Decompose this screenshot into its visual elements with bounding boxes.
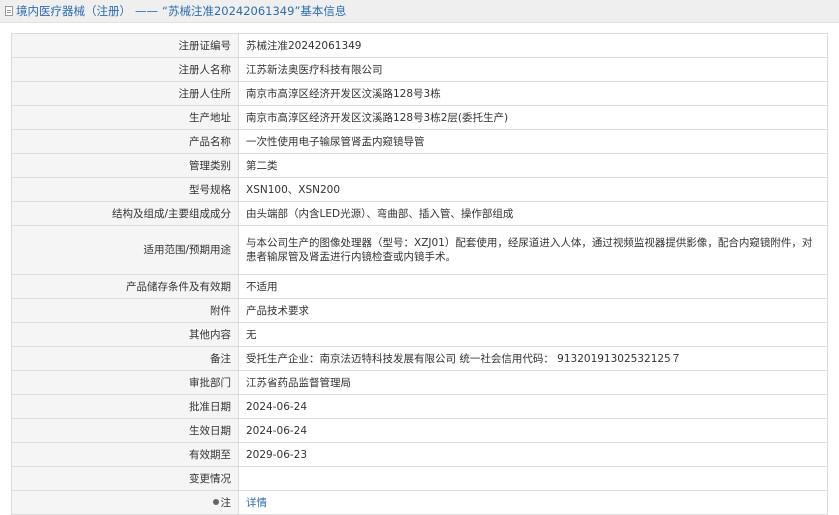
row-value: 2024-06-24 — [238, 418, 828, 443]
table-row: 注册人名称 江苏新法奥医疗科技有限公司 — [11, 57, 828, 82]
table-row: 注册证编号 苏械注准20242061349 — [11, 33, 828, 58]
header-category: 境内医疗器械（注册） — [16, 4, 131, 18]
table-row: 产品名称 一次性使用电子输尿管肾盂内窥镜导管 — [11, 129, 828, 154]
row-value: 第二类 — [238, 153, 828, 178]
table-row: 注 详情 — [11, 490, 828, 515]
row-value: 江苏新法奥医疗科技有限公司 — [238, 57, 828, 82]
row-value: 一次性使用电子输尿管肾盂内窥镜导管 — [238, 129, 828, 154]
row-label: 有效期至 — [11, 442, 239, 467]
table-row: 附件 产品技术要求 — [11, 298, 828, 323]
note-label-cell: 注 — [11, 490, 239, 515]
row-value: 无 — [238, 322, 828, 347]
table-row: 管理类别 第二类 — [11, 153, 828, 178]
row-value: 不适用 — [238, 274, 828, 299]
row-value: 2024-06-24 — [238, 394, 828, 419]
note-value-cell: 详情 — [238, 490, 828, 515]
row-label: 结构及组成/主要组成成分 — [11, 201, 239, 226]
row-label: 生效日期 — [11, 418, 239, 443]
row-label: 注册人名称 — [11, 57, 239, 82]
row-label: 备注 — [11, 346, 239, 371]
row-value: 与本公司生产的图像处理器（型号：XZJ01）配套使用，经尿道进入人体，通过视频监… — [238, 225, 828, 275]
table-row: 批准日期 2024-06-24 — [11, 394, 828, 419]
row-value: 受托生产企业：南京法迈特科技发展有限公司 统一社会信用代码： 913201913… — [238, 346, 828, 371]
header-title: “苏械注准20242061349”基本信息 — [162, 4, 347, 18]
info-bulb-icon — [212, 498, 219, 505]
table-row: 审批部门 江苏省药品监督管理局 — [11, 370, 828, 395]
row-value: 苏械注准20242061349 — [238, 33, 828, 58]
table-row: 结构及组成/主要组成成分 由头端部（内含LED光源）、弯曲部、插入管、操作部组成 — [11, 201, 828, 226]
info-table: 注册证编号 苏械注准20242061349 注册人名称 江苏新法奥医疗科技有限公司 … — [11, 33, 828, 515]
row-label: 型号规格 — [11, 177, 239, 202]
row-label: 适用范围/预期用途 — [11, 225, 239, 275]
row-value: 2029-06-23 — [238, 442, 828, 467]
row-label: 产品储存条件及有效期 — [11, 274, 239, 299]
row-label: 产品名称 — [11, 129, 239, 154]
row-label: 附件 — [11, 298, 239, 323]
row-label: 管理类别 — [11, 153, 239, 178]
row-label: 变更情况 — [11, 466, 239, 491]
row-value: 由头端部（内含LED光源）、弯曲部、插入管、操作部组成 — [238, 201, 828, 226]
table-row: 适用范围/预期用途 与本公司生产的图像处理器（型号：XZJ01）配套使用，经尿道进… — [11, 225, 828, 275]
table-row: 备注 受托生产企业：南京法迈特科技发展有限公司 统一社会信用代码： 9132019… — [11, 346, 828, 371]
row-label: 审批部门 — [11, 370, 239, 395]
row-label: 生产地址 — [11, 105, 239, 130]
table-row: 生效日期 2024-06-24 — [11, 418, 828, 443]
table-row: 有效期至 2029-06-23 — [11, 442, 828, 467]
row-value: XSN100、XSN200 — [238, 177, 828, 202]
row-label: 注册证编号 — [11, 33, 239, 58]
row-label: 注册人住所 — [11, 81, 239, 106]
row-value: 南京市高淳区经济开发区汶溪路128号3栋 — [238, 81, 828, 106]
table-row: 其他内容无 — [11, 322, 828, 347]
row-value: 产品技术要求 — [238, 298, 828, 323]
table-row: 产品储存条件及有效期 不适用 — [11, 274, 828, 299]
table-row: 变更情况 — [11, 466, 828, 491]
row-value: 南京市高淳区经济开发区汶溪路128号3栋2层(委托生产) — [238, 105, 828, 130]
table-row: 注册人住所 南京市高淳区经济开发区汶溪路128号3栋 — [11, 81, 828, 106]
table-row: 型号规格 XSN100、XSN200 — [11, 177, 828, 202]
row-label: 其他内容 — [11, 322, 239, 347]
note-label: 注 — [220, 496, 232, 509]
table-row: 生产地址 南京市高淳区经济开发区汶溪路128号3栋2层(委托生产) — [11, 105, 828, 130]
document-icon — [5, 6, 13, 16]
header-separator: —— — [135, 4, 158, 18]
row-label: 批准日期 — [11, 394, 239, 419]
row-value: 江苏省药品监督管理局 — [238, 370, 828, 395]
row-value — [238, 466, 828, 491]
details-link[interactable]: 详情 — [246, 497, 267, 509]
page-header: 境内医疗器械（注册） —— “苏械注准20242061349”基本信息 — [0, 0, 839, 23]
